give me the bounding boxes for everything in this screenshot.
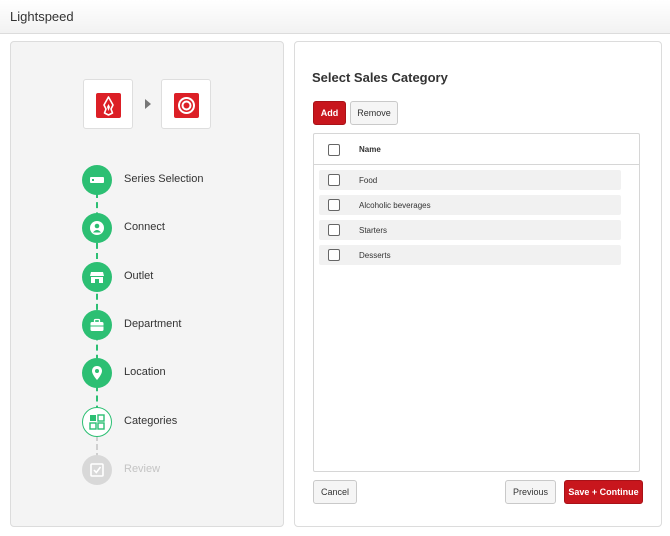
row-checkbox[interactable]	[328, 174, 340, 186]
step-label: Outlet	[124, 270, 154, 282]
step-label: Series Selection	[124, 173, 204, 185]
checkbox-icon	[82, 455, 112, 485]
step-label: Categories	[124, 415, 178, 427]
row-label: Alcoholic beverages	[359, 201, 431, 210]
step-outlet[interactable]: Outlet	[82, 262, 272, 292]
chevron-right-icon	[145, 99, 151, 109]
table-row[interactable]: Alcoholic beverages	[319, 195, 621, 215]
table-row[interactable]: Starters	[319, 220, 621, 240]
add-button[interactable]: Add	[313, 101, 346, 125]
remove-button[interactable]: Remove	[350, 101, 398, 125]
table-row[interactable]: Food	[319, 170, 621, 190]
step-review[interactable]: Review	[82, 455, 272, 485]
row-label: Food	[359, 176, 378, 185]
server-icon	[82, 165, 112, 195]
step-label: Location	[124, 366, 166, 378]
row-checkbox[interactable]	[328, 224, 340, 236]
source-app-logo	[83, 79, 133, 129]
ring-logo-icon	[174, 93, 199, 118]
table-row[interactable]: Desserts	[319, 245, 621, 265]
step-label: Review	[124, 463, 161, 475]
row-label: Starters	[359, 226, 388, 235]
user-icon	[82, 213, 112, 243]
column-header-name: Name	[359, 145, 381, 154]
row-label: Desserts	[359, 251, 391, 260]
step-series-selection[interactable]: Series Selection	[82, 165, 272, 195]
save-continue-button[interactable]: Save + Continue	[564, 480, 643, 504]
wizard-sidebar: Series Selection Connect Outlet Departme…	[10, 41, 284, 527]
step-categories[interactable]: Categories	[82, 407, 272, 437]
row-checkbox[interactable]	[328, 199, 340, 211]
map-pin-icon	[82, 358, 112, 388]
lightspeed-flame-logo-icon	[96, 93, 121, 118]
briefcase-icon	[82, 310, 112, 340]
categories-icon	[82, 407, 112, 437]
step-connect[interactable]: Connect	[82, 213, 272, 243]
row-checkbox[interactable]	[328, 249, 340, 261]
target-app-logo	[161, 79, 211, 129]
top-bar: Lightspeed	[0, 0, 670, 34]
step-label: Connect	[124, 221, 165, 233]
category-panel: Select Sales Category Add Remove Name Fo…	[294, 41, 662, 527]
cancel-button[interactable]: Cancel	[313, 480, 357, 504]
step-label: Department	[124, 318, 182, 330]
select-all-checkbox[interactable]	[328, 144, 340, 156]
store-icon	[82, 262, 112, 292]
page-title: Select Sales Category	[312, 70, 448, 85]
app-title: Lightspeed	[10, 9, 74, 24]
previous-button[interactable]: Previous	[505, 480, 556, 504]
step-location[interactable]: Location	[82, 358, 272, 388]
step-department[interactable]: Department	[82, 310, 272, 340]
table-header: Name	[314, 134, 639, 165]
category-table: Name Food Alcoholic beverages Starters D…	[313, 133, 640, 472]
